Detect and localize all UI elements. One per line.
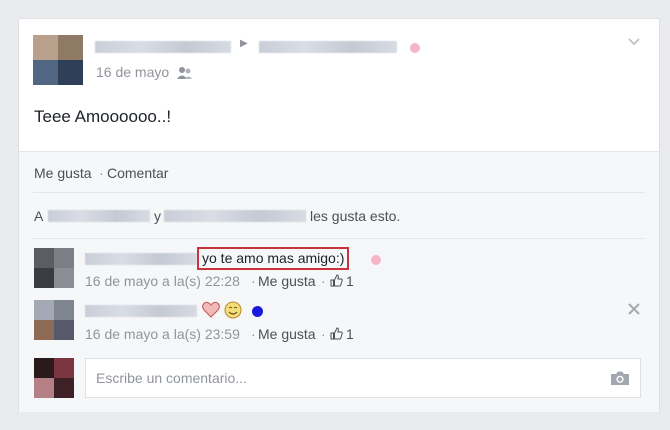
comment-input[interactable]: Escribe un comentario... <box>85 358 641 398</box>
comment-text-highlighted: yo te amo mas amigo:) <box>197 247 350 270</box>
divider <box>33 238 645 239</box>
commenter-avatar[interactable] <box>34 248 74 288</box>
post-date[interactable]: 16 de mayo <box>96 64 169 80</box>
likes-suffix: les gusta esto. <box>310 208 401 224</box>
meta-separator: · <box>251 326 256 342</box>
commenter-avatar[interactable] <box>34 300 74 340</box>
comment-like-count[interactable]: 1 <box>346 273 354 289</box>
post-card: ▶ 16 de mayo Teee Amoooooo..! Me gusta ·… <box>18 18 660 412</box>
commenter-name-redacted[interactable] <box>85 305 197 317</box>
heart-icon <box>202 301 220 323</box>
comment-timestamp[interactable]: 16 de mayo a la(s) 22:28 <box>85 273 240 289</box>
current-user-avatar[interactable] <box>34 358 74 398</box>
thumbs-up-icon[interactable] <box>330 274 343 292</box>
comment-like-button[interactable]: Me gusta <box>258 273 316 289</box>
recipient-name-redacted[interactable] <box>259 41 397 53</box>
thumbs-up-icon[interactable] <box>330 327 343 345</box>
comment-timestamp[interactable]: 16 de mayo a la(s) 23:59 <box>85 326 240 342</box>
likes-prefix: A <box>34 208 44 224</box>
chevron-down-icon[interactable] <box>626 33 642 49</box>
camera-icon[interactable] <box>610 370 630 391</box>
liker-name-redacted-1[interactable] <box>48 210 150 222</box>
feedback-section: Me gusta · Comentar A y les gusta esto. … <box>19 151 659 412</box>
status-dot <box>410 43 420 53</box>
meta-separator: · <box>251 273 256 289</box>
likes-conjunction: y <box>154 208 161 224</box>
share-arrow-icon: ▶ <box>240 38 248 49</box>
liker-name-redacted-2[interactable] <box>164 210 306 222</box>
commenter-name-redacted[interactable] <box>85 253 197 265</box>
like-button[interactable]: Me gusta <box>34 165 92 181</box>
meta-separator: · <box>321 273 326 289</box>
post-text: Teee Amoooooo..! <box>34 107 172 126</box>
smile-emoji-icon <box>224 301 242 324</box>
author-avatar[interactable] <box>33 35 83 85</box>
meta-separator: · <box>321 326 326 342</box>
comment-button[interactable]: Comentar <box>107 165 168 181</box>
blue-dot-emoji-icon <box>252 306 263 317</box>
author-name-redacted[interactable] <box>95 41 231 53</box>
action-separator: · <box>99 165 104 181</box>
comment-like-button[interactable]: Me gusta <box>258 326 316 342</box>
divider <box>33 192 645 193</box>
comment-input-placeholder: Escribe un comentario... <box>96 370 247 386</box>
friends-audience-icon[interactable] <box>177 66 193 85</box>
status-dot <box>371 255 381 265</box>
close-icon[interactable] <box>627 302 641 321</box>
comment-like-count[interactable]: 1 <box>346 326 354 342</box>
